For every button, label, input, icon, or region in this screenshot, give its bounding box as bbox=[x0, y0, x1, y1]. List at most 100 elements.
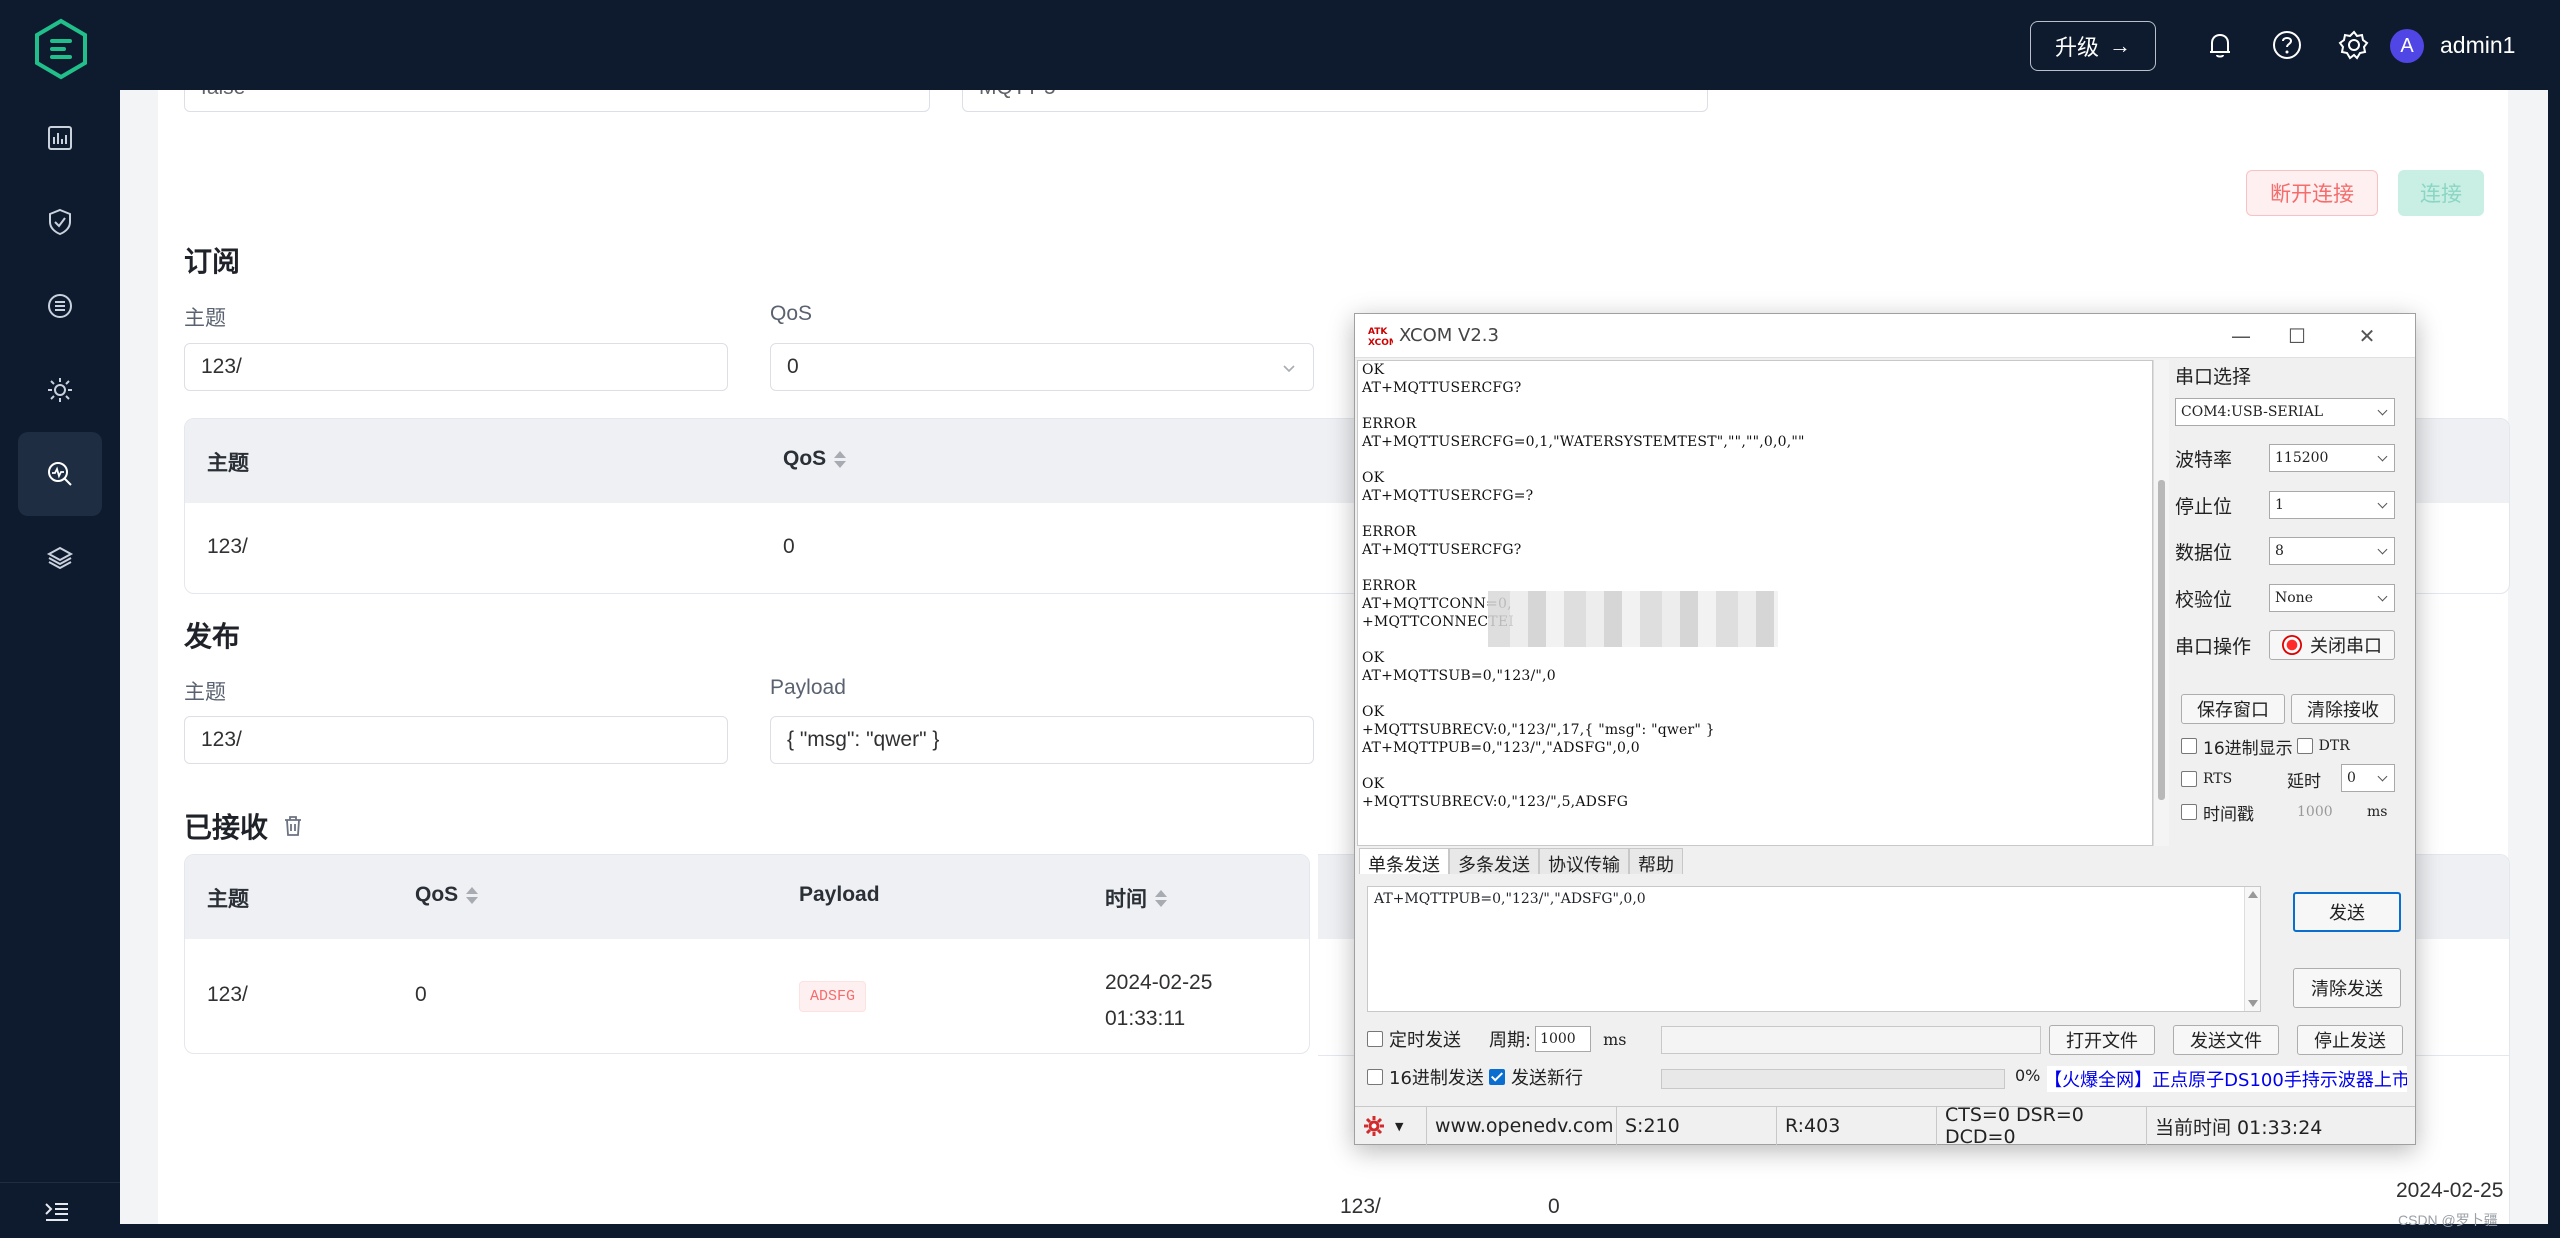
received-title: 已接收 bbox=[184, 812, 269, 843]
nav-security[interactable] bbox=[18, 180, 102, 264]
side-navigation bbox=[0, 0, 120, 1238]
period-label: 周期: bbox=[1489, 1030, 1532, 1051]
tab-multi-send[interactable]: 多条发送 bbox=[1449, 848, 1539, 876]
subscribe-qos-select[interactable]: 0 bbox=[770, 343, 1314, 391]
parity-select[interactable]: None bbox=[2269, 584, 2395, 612]
nav-diagnose[interactable] bbox=[18, 432, 102, 516]
subscribe-topic-input[interactable]: 123/ bbox=[184, 343, 728, 391]
databit-select[interactable]: 8 bbox=[2269, 537, 2395, 565]
xcom-receive-scrollbar[interactable] bbox=[2153, 360, 2169, 846]
file-path-field[interactable] bbox=[1661, 1026, 2041, 1054]
recv-partial-topic: 123/ bbox=[1340, 1195, 1381, 1218]
sub-col-qos[interactable]: QoS bbox=[783, 447, 847, 471]
delay-label: 延时 bbox=[2287, 771, 2321, 792]
status-time: 当前时间 01:33:24 bbox=[2155, 1116, 2323, 1139]
username[interactable]: admin1 bbox=[2440, 32, 2515, 59]
xcom-titlebar[interactable]: ATKXCOM XCOM V2.3 — ☐ ✕ bbox=[1355, 314, 2415, 358]
period-input[interactable]: 1000 bbox=[1535, 1026, 1592, 1052]
connection-field-left[interactable]: false bbox=[184, 90, 930, 112]
stopbit-select[interactable]: 1 bbox=[2269, 491, 2395, 519]
xcom-send-input[interactable]: AT+MQTTPUB=0,"123/","ADSFG",0,0 bbox=[1367, 886, 2261, 1012]
nav-extensions[interactable] bbox=[18, 516, 102, 600]
timestamp-checkbox[interactable] bbox=[2181, 804, 2197, 820]
stop-send-button[interactable]: 停止发送 bbox=[2297, 1025, 2403, 1055]
recv-col-topic-label: 主题 bbox=[207, 888, 249, 911]
scroll-up-icon[interactable] bbox=[2248, 891, 2258, 898]
close-icon[interactable]: ✕ bbox=[2351, 320, 2383, 352]
upgrade-button[interactable]: 升级 → bbox=[2030, 21, 2156, 71]
received-table-header: 主题 QoS Payload 时间 bbox=[185, 855, 1309, 939]
sort-icon bbox=[1155, 889, 1167, 907]
collapse-menu-icon[interactable] bbox=[40, 1195, 74, 1229]
scrollbar-thumb[interactable] bbox=[2158, 480, 2165, 800]
recv-col-qos-label: QoS bbox=[415, 883, 459, 906]
gear-icon bbox=[1364, 1116, 1384, 1136]
connection-field-right[interactable]: MQTT 5 bbox=[962, 90, 1708, 112]
ad-link[interactable]: 【火爆全网】正点原子DS100手持示波器上市 bbox=[2047, 1066, 2407, 1092]
maximize-icon[interactable]: ☐ bbox=[2281, 320, 2313, 352]
tab-protocol[interactable]: 协议传输 bbox=[1539, 848, 1629, 876]
app-logo-icon[interactable] bbox=[30, 18, 92, 80]
hex-send-checkbox[interactable] bbox=[1367, 1069, 1383, 1085]
status-settings[interactable]: ▼ bbox=[1355, 1107, 1427, 1145]
nav-dashboard[interactable] bbox=[18, 96, 102, 180]
svg-text:XCOM: XCOM bbox=[1368, 338, 1393, 348]
search-pulse-icon bbox=[48, 462, 72, 486]
hex-send-row: 16进制发送 发送新行 bbox=[1367, 1064, 1583, 1090]
settings-gear-icon[interactable] bbox=[2337, 28, 2371, 62]
recv-col-qos[interactable]: QoS bbox=[415, 883, 479, 907]
recv-col-time[interactable]: 时间 bbox=[1105, 883, 1167, 913]
xcom-receive-area[interactable]: OK AT+MQTTUSERCFG? ERROR AT+MQTTUSERCFG=… bbox=[1357, 360, 2153, 846]
send-scrollbar[interactable] bbox=[2244, 887, 2260, 1011]
connect-button[interactable]: 连接 bbox=[2398, 170, 2484, 216]
publish-topic-value: 123/ bbox=[201, 728, 242, 751]
timed-send-row: 定时发送 周期: 1000 ms bbox=[1367, 1026, 1626, 1052]
status-url[interactable]: www.openedv.com bbox=[1427, 1107, 1617, 1145]
publish-topic-input[interactable]: 123/ bbox=[184, 716, 728, 764]
clear-send-button[interactable]: 清除发送 bbox=[2293, 968, 2401, 1008]
delay-select[interactable]: 0 bbox=[2341, 764, 2395, 792]
avatar[interactable]: A bbox=[2390, 29, 2424, 63]
send-file-button[interactable]: 发送文件 bbox=[2173, 1025, 2279, 1055]
sort-icon bbox=[834, 450, 847, 468]
timestamp-value: 1000 bbox=[2297, 804, 2333, 820]
caret-down-icon[interactable]: ▼ bbox=[1395, 1120, 1403, 1133]
tab-single-send[interactable]: 单条发送 bbox=[1359, 848, 1449, 876]
timestamp-unit: ms bbox=[2367, 804, 2388, 820]
hex-display-checkbox[interactable] bbox=[2181, 738, 2197, 754]
subscribe-title: 订阅 bbox=[184, 246, 241, 277]
timed-send-checkbox[interactable] bbox=[1367, 1031, 1383, 1047]
redacted-blur bbox=[1488, 591, 1778, 647]
trash-icon[interactable] bbox=[282, 814, 304, 838]
save-window-button[interactable]: 保存窗口 bbox=[2181, 694, 2285, 724]
dtr-checkbox[interactable] bbox=[2296, 738, 2313, 754]
close-port-button[interactable]: 关闭串口 bbox=[2269, 630, 2395, 660]
publish-payload-input[interactable]: { "msg": "qwer" } bbox=[770, 716, 1314, 764]
port-select[interactable]: COM4:USB-SERIAL bbox=[2175, 398, 2395, 426]
parity-label: 校验位 bbox=[2175, 588, 2233, 611]
scroll-down-icon[interactable] bbox=[2248, 1000, 2258, 1007]
xcom-settings-panel: 串口选择 COM4:USB-SERIAL 波特率 115200 停止位 1 数据… bbox=[2175, 360, 2415, 860]
nav-management[interactable] bbox=[18, 348, 102, 432]
tab-help[interactable]: 帮助 bbox=[1629, 848, 1683, 876]
received-table: 主题 QoS Payload 时间 123/ 0 ADSFG 2024-02-2… bbox=[184, 854, 1310, 1054]
open-file-button[interactable]: 打开文件 bbox=[2049, 1025, 2155, 1055]
clear-receive-button[interactable]: 清除接收 bbox=[2291, 694, 2395, 724]
bell-icon[interactable] bbox=[2203, 28, 2237, 62]
disconnect-button[interactable]: 断开连接 bbox=[2246, 170, 2378, 216]
baud-select[interactable]: 115200 bbox=[2269, 444, 2395, 472]
help-icon[interactable] bbox=[2270, 28, 2304, 62]
send-button[interactable]: 发送 bbox=[2293, 892, 2401, 932]
nav-integration[interactable] bbox=[18, 264, 102, 348]
recv-row-qos: 0 bbox=[415, 983, 427, 1006]
subscribe-qos-value: 0 bbox=[787, 355, 799, 378]
svg-text:ATK: ATK bbox=[1368, 327, 1388, 337]
recv-col-payload: Payload bbox=[799, 883, 880, 907]
port-op-label: 串口操作 bbox=[2175, 635, 2252, 658]
layers-icon bbox=[46, 546, 74, 570]
send-newline-checkbox[interactable] bbox=[1489, 1069, 1505, 1085]
rts-checkbox[interactable] bbox=[2181, 771, 2197, 787]
minimize-icon[interactable]: — bbox=[2225, 320, 2257, 352]
subscribe-topic-value: 123/ bbox=[201, 355, 242, 378]
hex-send-label: 16进制发送 bbox=[1389, 1068, 1484, 1089]
